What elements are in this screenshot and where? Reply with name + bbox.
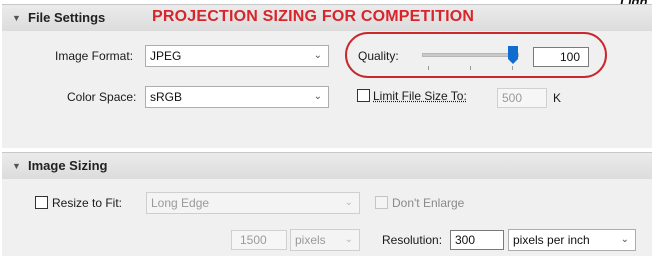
resolution-unit-value: pixels per inch xyxy=(513,233,590,247)
image-format-value: JPEG xyxy=(150,49,182,63)
chevron-down-icon: ⌄ xyxy=(313,50,322,61)
quality-label: Quality: xyxy=(358,49,399,63)
color-space-select[interactable]: sRGB ⌄ xyxy=(145,86,329,108)
chevron-down-icon: ⌄ xyxy=(313,91,322,102)
limit-file-size-input[interactable]: 500 xyxy=(497,88,547,108)
quality-slider-track[interactable] xyxy=(422,53,519,57)
limit-file-size-checkbox[interactable] xyxy=(357,89,370,102)
chevron-down-icon: ⌄ xyxy=(344,197,353,208)
resolution-label: Resolution: xyxy=(382,233,443,247)
image-sizing-title: Image Sizing xyxy=(28,158,108,173)
limit-file-size-value: 500 xyxy=(502,91,523,105)
file-settings-header[interactable]: ▼ File Settings PROJECTION SIZING FOR CO… xyxy=(2,4,652,32)
resize-mode-value: Long Edge xyxy=(151,196,210,210)
chevron-down-icon: ⌄ xyxy=(620,234,629,245)
dont-enlarge-checkbox[interactable] xyxy=(375,196,388,209)
dont-enlarge-label: Don't Enlarge xyxy=(392,196,465,210)
resolution-input-value: 300 xyxy=(455,233,476,247)
quality-input[interactable]: 100 xyxy=(533,47,589,67)
resolution-input[interactable]: 300 xyxy=(450,230,504,250)
size-unit-select[interactable]: pixels ⌄ xyxy=(290,229,360,251)
slider-tick xyxy=(512,66,513,70)
limit-file-size-unit: K xyxy=(553,91,562,105)
image-sizing-panel: Resize to Fit: Long Edge ⌄ Don't Enlarge… xyxy=(2,179,652,256)
slider-tick xyxy=(470,66,471,70)
image-format-label: Image Format: xyxy=(55,49,134,63)
limit-file-size-label: Limit File Size To: xyxy=(373,89,467,103)
quality-input-value: 100 xyxy=(559,50,580,64)
size-input-value: 1500 xyxy=(240,233,267,247)
resize-mode-select[interactable]: Long Edge ⌄ xyxy=(146,192,360,214)
competition-annotation: PROJECTION SIZING FOR COMPETITION xyxy=(152,8,475,25)
file-settings-panel: Image Format: JPEG ⌄ Color Space: sRGB ⌄… xyxy=(2,31,652,148)
size-input[interactable]: 1500 xyxy=(231,230,287,250)
chevron-down-icon: ⌄ xyxy=(344,234,353,245)
file-settings-title: File Settings xyxy=(28,10,106,25)
color-space-value: sRGB xyxy=(150,90,183,104)
image-sizing-header[interactable]: ▼ Image Sizing xyxy=(2,152,652,180)
resolution-unit-select[interactable]: pixels per inch ⌄ xyxy=(508,229,636,251)
color-space-label: Color Space: xyxy=(67,90,137,104)
resize-to-fit-checkbox[interactable] xyxy=(35,196,48,209)
resize-to-fit-label: Resize to Fit: xyxy=(52,196,123,210)
image-format-select[interactable]: JPEG ⌄ xyxy=(145,45,329,67)
slider-tick xyxy=(428,66,429,70)
triangle-down-icon[interactable]: ▼ xyxy=(12,162,21,171)
triangle-down-icon[interactable]: ▼ xyxy=(12,14,21,23)
size-unit-value: pixels xyxy=(295,233,326,247)
